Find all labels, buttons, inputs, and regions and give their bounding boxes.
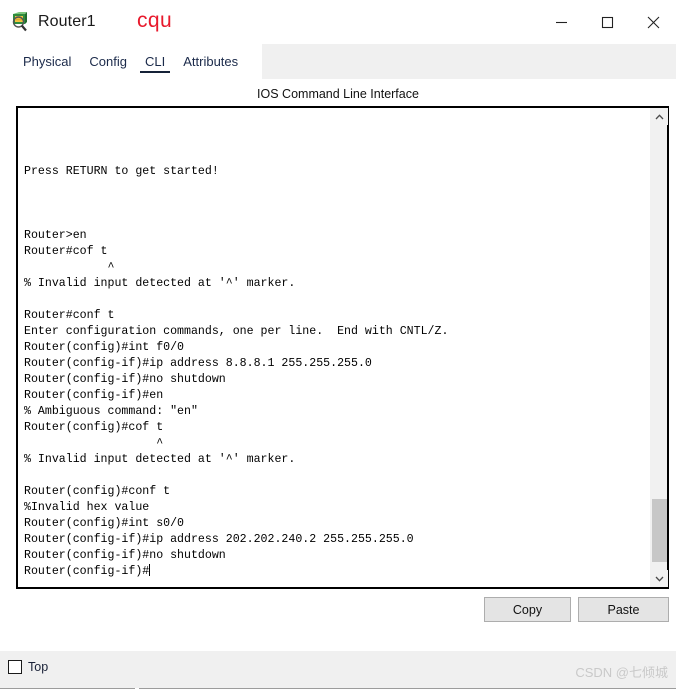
tab-config[interactable]: Config <box>80 44 136 79</box>
csdn-watermark: CSDN @七倾城 <box>575 665 668 680</box>
terminal-line: Router#cof t <box>24 245 108 258</box>
tab-attributes[interactable]: Attributes <box>174 44 247 79</box>
terminal-line: Router>en <box>24 229 87 242</box>
terminal-line: % Invalid input detected at '^' marker. <box>24 277 296 290</box>
maximize-button[interactable] <box>584 0 630 44</box>
scrollbar-thumb[interactable] <box>652 499 667 562</box>
terminal-prompt-line: Router(config-if)# <box>24 564 650 580</box>
terminal-prompt: Router(config-if)# <box>24 565 150 578</box>
text-cursor <box>149 564 151 576</box>
terminal-line: Router(config-if)#no shutdown <box>24 549 226 562</box>
terminal-line: Router(config-if)#ip address 202.202.240… <box>24 533 414 546</box>
terminal-line: % Invalid input detected at '^' marker. <box>24 453 296 466</box>
tab-strip: Physical Config CLI Attributes <box>0 44 676 79</box>
window-title: Router1 <box>38 12 96 30</box>
top-checkbox-label: Top <box>28 660 49 674</box>
cqu-annotation: cqu <box>137 9 173 32</box>
terminal-container: Press RETURN to get started! Router>en Rou… <box>16 106 669 589</box>
router-inspect-icon <box>9 11 31 33</box>
terminal-line: Router(config)#int f0/0 <box>24 341 185 354</box>
close-button[interactable] <box>630 0 676 44</box>
cli-panel-header: IOS Command Line Interface <box>257 87 419 101</box>
terminal-line: ^ <box>24 261 115 274</box>
tab-physical[interactable]: Physical <box>14 44 80 79</box>
terminal-line: Enter configuration commands, one per li… <box>24 325 449 338</box>
terminal-line: ^ <box>24 437 164 450</box>
terminal-line: % Ambiguous command: "en" <box>24 405 198 418</box>
terminal-line: Router(config)#conf t <box>24 485 171 498</box>
scroll-up-icon[interactable] <box>651 108 668 125</box>
terminal-line: %Invalid hex value <box>24 501 150 514</box>
terminal-line: Router(config-if)#no shutdown <box>24 373 226 386</box>
copy-button[interactable]: Copy <box>484 597 571 622</box>
tab-cli[interactable]: CLI <box>136 44 174 79</box>
terminal-output[interactable]: Press RETURN to get started! Router>en Rou… <box>18 108 650 587</box>
terminal-line: Router#conf t <box>24 309 115 322</box>
terminal-line: Router(config-if)#ip address 8.8.8.1 255… <box>24 357 372 370</box>
top-checkbox[interactable]: Top <box>8 660 48 674</box>
terminal-line: Router(config-if)#en <box>24 389 164 402</box>
window-controls <box>538 0 676 44</box>
top-checkbox-box[interactable] <box>8 660 22 674</box>
minimize-button[interactable] <box>538 0 584 44</box>
terminal-line: Press RETURN to get started! <box>24 165 219 178</box>
terminal-line: Router(config)#int s0/0 <box>24 517 185 530</box>
terminal-scrollbar[interactable] <box>650 108 668 587</box>
cli-panel: IOS Command Line Interface Press RETURN … <box>0 79 676 651</box>
terminal-line: Router(config)#cof t <box>24 421 164 434</box>
paste-button[interactable]: Paste <box>578 597 669 622</box>
scroll-down-icon[interactable] <box>651 570 668 587</box>
window-title-bar: Router1 cqu <box>0 0 676 44</box>
packet-tracer-device-window: Router1 cqu Physical Config CLI Attribut… <box>0 0 676 691</box>
